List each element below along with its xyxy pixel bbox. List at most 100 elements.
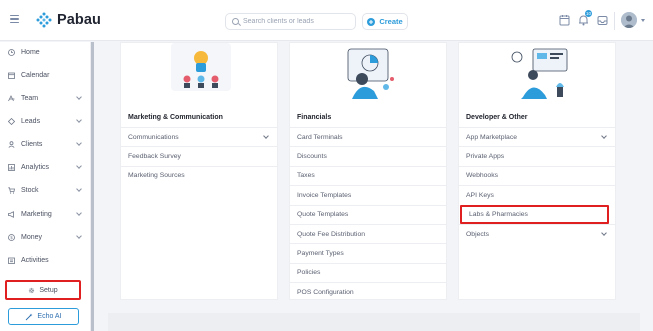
team-icon (8, 94, 15, 102)
link-feedback-survey[interactable]: Feedback Survey (121, 146, 277, 165)
link-marketing-sources[interactable]: Marketing Sources (121, 165, 277, 185)
link-private-apps[interactable]: Private Apps (459, 146, 615, 165)
sidebar-item-label: Clients (21, 140, 43, 148)
row-label: Marketing Sources (128, 172, 185, 180)
row-label: POS Configuration (297, 288, 354, 296)
search-icon (232, 18, 239, 25)
sidebar-item-analytics[interactable]: Analytics (0, 158, 91, 176)
row-label: Private Apps (466, 153, 505, 161)
link-invoice-templates[interactable]: Invoice Templates (290, 185, 446, 204)
link-pos-configuration[interactable]: POS Configuration (290, 282, 446, 301)
sidebar-item-leads[interactable]: Leads (0, 112, 91, 130)
inbox-icon[interactable] (597, 13, 608, 25)
sidebar-item-label: Calendar (21, 71, 50, 79)
setup-label: Setup (39, 286, 58, 294)
cart-icon (8, 186, 15, 194)
sidebar-item-clients[interactable]: Clients (0, 135, 91, 153)
row-label: Policies (297, 269, 321, 277)
link-payment-types[interactable]: Payment Types (290, 243, 446, 262)
row-label: Labs & Pharmacies (469, 210, 528, 218)
row-label: Payment Types (297, 250, 344, 258)
link-webhooks[interactable]: Webhooks (459, 165, 615, 185)
calendar-check-icon[interactable] (559, 13, 570, 26)
sidebar-item-stock[interactable]: Stock (0, 181, 91, 199)
sidebar-item-label: Activities (21, 256, 49, 264)
chevron-down-icon (601, 133, 607, 139)
calendar-icon (8, 72, 15, 79)
link-discounts[interactable]: Discounts (290, 146, 446, 165)
row-label: API Keys (466, 191, 494, 199)
chevron-down-icon (76, 140, 82, 146)
megaphone-icon (8, 210, 15, 218)
row-label: Feedback Survey (128, 153, 181, 161)
row-label: Quote Templates (297, 211, 349, 219)
sidebar-item-label: Analytics (21, 163, 50, 171)
sidebar-item-setup[interactable]: Setup (5, 280, 81, 300)
activities-icon (8, 257, 15, 264)
chevron-down-icon (76, 117, 82, 123)
clock-icon (8, 48, 15, 56)
row-label: Taxes (297, 172, 315, 180)
plus-circle-icon (367, 17, 376, 26)
row-label: Card Terminals (297, 133, 343, 141)
card-financials: Financials Card Terminals Discounts Taxe… (289, 42, 447, 300)
link-api-keys[interactable]: API Keys (459, 185, 615, 204)
illustration-financials (290, 43, 448, 107)
chevron-down-icon[interactable] (641, 19, 645, 22)
chevron-down-icon (76, 186, 82, 192)
logo-mark-icon (36, 12, 52, 28)
sidebar-item-label: Marketing (21, 210, 52, 218)
link-labs-pharmacies[interactable]: Labs & Pharmacies (460, 204, 609, 224)
link-quote-fee-distribution[interactable]: Quote Fee Distribution (290, 224, 446, 243)
app-logo[interactable]: Pabau (36, 12, 101, 28)
echo-ai-label: Echo AI (37, 313, 62, 320)
user-icon (8, 140, 15, 148)
row-label: Quote Fee Distribution (297, 230, 366, 238)
card-marketing-communication: Marketing & Communication Communications… (120, 42, 278, 300)
link-card-terminals[interactable]: Card Terminals (290, 127, 446, 146)
notification-badge: 10 (584, 10, 592, 17)
sidebar-item-label: Home (21, 48, 40, 56)
magic-wand-icon (25, 308, 33, 326)
echo-ai-button[interactable]: Echo AI (8, 308, 79, 325)
illustration-developer (459, 43, 617, 107)
sidebar-item-label: Money (21, 233, 43, 241)
create-button[interactable]: Create (362, 13, 408, 30)
menu-icon[interactable] (10, 15, 19, 23)
link-taxes[interactable]: Taxes (290, 165, 446, 185)
sidebar-item-marketing[interactable]: Marketing (0, 205, 91, 223)
sidebar-item-money[interactable]: $ Money (0, 228, 91, 246)
link-quote-templates[interactable]: Quote Templates (290, 204, 446, 224)
link-policies[interactable]: Policies (290, 262, 446, 282)
chevron-down-icon (76, 210, 82, 216)
sidebar-item-activities[interactable]: Activities (0, 251, 91, 269)
row-label: Objects (466, 230, 490, 238)
link-objects[interactable]: Objects (459, 224, 615, 243)
content-footer-strip (108, 313, 640, 331)
sidebar-item-label: Stock (21, 186, 39, 194)
link-communications[interactable]: Communications (121, 127, 277, 146)
chevron-down-icon (263, 133, 269, 139)
search-input[interactable] (243, 18, 353, 25)
row-label: App Marketplace (466, 133, 518, 141)
user-avatar[interactable] (621, 12, 637, 28)
sidebar-item-home[interactable]: Home (0, 43, 91, 61)
illustration-marketing (121, 43, 279, 107)
notification-bell-icon[interactable]: 10 (578, 10, 592, 26)
leads-icon (8, 117, 15, 125)
card-developer-other: Developer & Other App Marketplace Privat… (458, 42, 616, 300)
sidebar-item-team[interactable]: Team (0, 89, 91, 107)
sidebar-item-label: Leads (21, 117, 41, 125)
analytics-icon (8, 163, 15, 171)
top-bar: Pabau Create 10 (0, 0, 653, 41)
row-label: Invoice Templates (297, 191, 352, 199)
sidebar-item-calendar[interactable]: Calendar (0, 66, 91, 84)
card-title: Financials (297, 114, 332, 121)
link-app-marketplace[interactable]: App Marketplace (459, 127, 615, 146)
row-label: Webhooks (466, 172, 498, 180)
app-name: Pabau (57, 12, 102, 28)
chevron-down-icon (601, 230, 607, 236)
row-label: Communications (128, 133, 179, 141)
sidebar-item-label: Team (21, 94, 39, 102)
search-box[interactable] (225, 13, 356, 30)
